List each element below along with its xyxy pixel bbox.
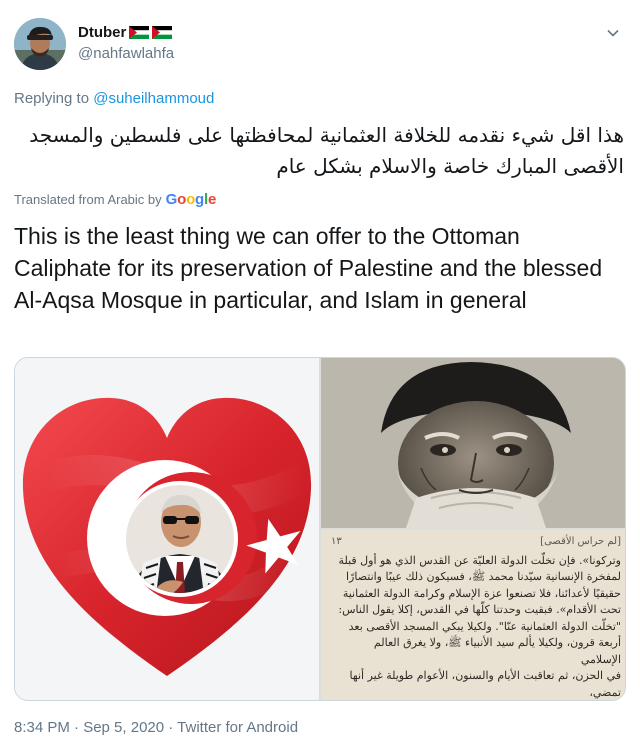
book-line: تحت الأقدام». فبقيت وحدتنا كلّها في القد… [338, 603, 621, 616]
book-page-header: ١٣ [لم حراس الأقصى] [331, 534, 621, 551]
book-line: "تخلّت الدولة العثمانية عنّا". ولكيلا يب… [348, 619, 621, 633]
book-line: لمفخرة الإنسانية سيّدنا محمد ﷺ، فسيكون ذ… [345, 570, 621, 583]
replying-to: Replying to @suheilhammoud [14, 90, 214, 107]
translation-attribution: Translated from Arabic by Google [14, 191, 216, 208]
book-line: في الحزن، ثم تعاقبت الأيام والسنون، الأع… [349, 669, 621, 699]
display-name-link[interactable]: Dtuber [78, 24, 173, 41]
palestine-flag-icon [129, 26, 150, 39]
tweet-header: Dtuber @nahfawlahfa [14, 16, 626, 72]
display-name[interactable]: Dtuber [78, 24, 126, 41]
book-page-number: ١٣ [331, 536, 342, 547]
old-man-photo[interactable] [321, 358, 625, 528]
tweet-original-text: هذا اقل شيء نقدمه للخلافة العثمانية لمحا… [29, 123, 624, 178]
heart-flag-image[interactable] [15, 358, 319, 700]
palestine-flag-icon [152, 26, 173, 39]
book-page-image[interactable]: ١٣ [لم حراس الأقصى] وتركونا». فإن تخلّت … [321, 530, 625, 700]
tweet-timestamp[interactable]: 8:34 PM · Sep 5, 2020 · Twitter for Andr… [14, 719, 298, 736]
book-page-text: ١٣ [لم حراس الأقصى] وتركونا». فإن تخلّت … [331, 534, 621, 700]
google-logo[interactable]: Google [166, 191, 217, 208]
media-grid: ١٣ [لم حراس الأقصى] وتركونا». فإن تخلّت … [14, 357, 626, 701]
author-names: Dtuber @nahfawlahfa [78, 24, 174, 62]
book-line: حقيقيًا لأعدائنا، فلا تصنعوا عزة الإسلام… [342, 586, 621, 600]
book-chapter-title: [لم حراس الأقصى] [540, 536, 621, 547]
replying-prefix: Replying to [14, 90, 90, 107]
book-line: أربعة قرون، ولكيلا يألم سيد الأنبياء ﷺ، … [373, 636, 621, 666]
tweet-translation: This is the least thing we can offer to … [14, 223, 603, 313]
replying-to-mention[interactable]: @suheilhammoud [93, 90, 214, 107]
book-line: وتركونا». فإن تخلّت الدولة العليّة عن ال… [338, 553, 621, 567]
avatar[interactable] [14, 18, 66, 70]
chevron-down-icon[interactable] [604, 24, 622, 42]
author-handle[interactable]: @nahfawlahfa [78, 45, 174, 62]
translated-from-label: Translated from Arabic by [14, 192, 162, 207]
